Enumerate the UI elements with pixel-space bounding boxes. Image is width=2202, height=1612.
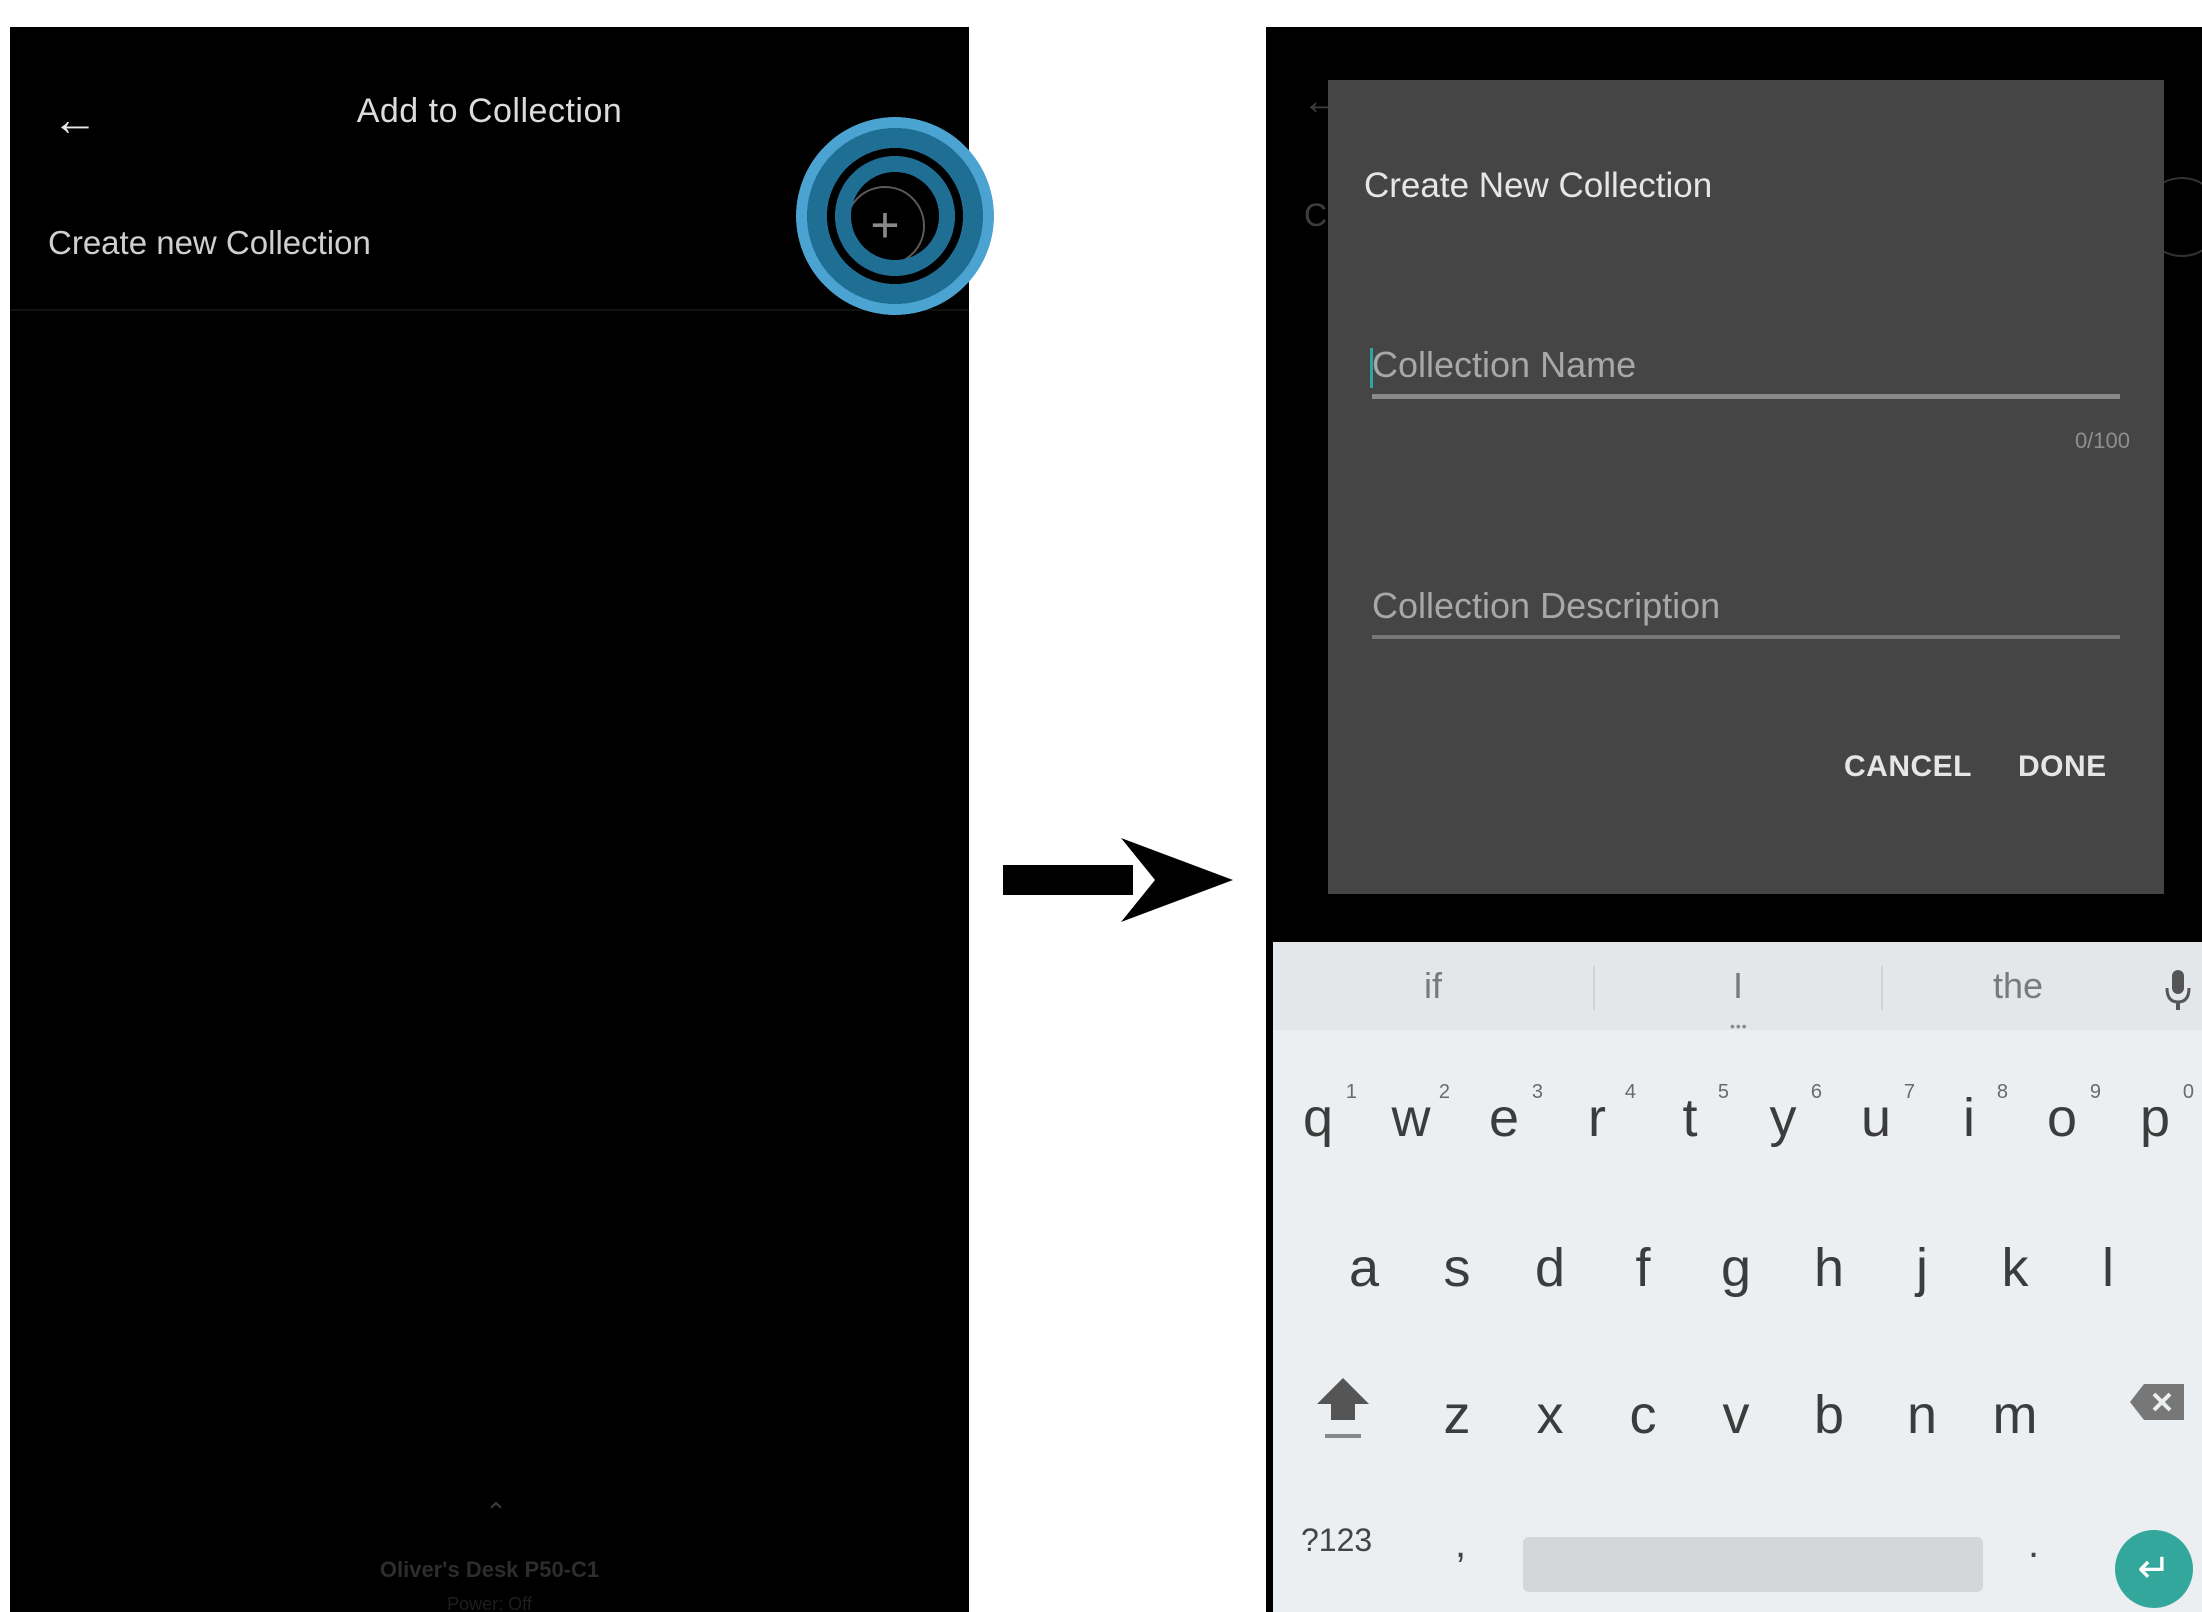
key-hint: 4	[1624, 1081, 1636, 1103]
key-o[interactable]: o9	[2017, 1081, 2107, 1149]
name-underline	[1372, 394, 2120, 399]
key-hint: 3	[1531, 1081, 1543, 1103]
key-a[interactable]: a	[1319, 1237, 1409, 1299]
device-name: Oliver's Desk P50-C1	[379, 1557, 600, 1582]
key-s[interactable]: s	[1412, 1237, 1502, 1299]
suggestion-1[interactable]: if	[1273, 942, 1593, 1030]
key-h[interactable]: h	[1784, 1237, 1874, 1299]
key-n[interactable]: n	[1877, 1384, 1967, 1446]
key-e[interactable]: e3	[1459, 1081, 1549, 1149]
key-label: p	[2139, 1088, 2171, 1148]
key-label: t	[1682, 1088, 1698, 1148]
dialog-title: Create New Collection	[1364, 166, 1713, 205]
done-button[interactable]: DONE	[2018, 750, 2107, 784]
key-hint: 7	[1903, 1081, 1915, 1103]
left-screen: ← Add to Collection Create new Collectio…	[10, 27, 969, 1612]
chevron-up-icon[interactable]: ⌃	[470, 1499, 522, 1525]
key-c[interactable]: c	[1598, 1384, 1688, 1446]
key-g[interactable]: g	[1691, 1237, 1781, 1299]
key-b[interactable]: b	[1784, 1384, 1874, 1446]
key-label: e	[1488, 1088, 1520, 1148]
key-label: w	[1391, 1088, 1431, 1148]
symbols-key[interactable]: ?123	[1301, 1522, 1372, 1559]
more-suggestions-icon[interactable]: •••	[1730, 1018, 1748, 1034]
key-hint: 9	[2089, 1081, 2101, 1103]
space-bar[interactable]	[1523, 1537, 1983, 1592]
right-screen: ← C Create New Collection Collection Nam…	[1266, 27, 2202, 1612]
key-label: r	[1588, 1088, 1606, 1148]
arrow-right-icon	[1003, 838, 1233, 922]
period-key[interactable]: .	[2028, 1522, 2039, 1567]
key-x[interactable]: x	[1505, 1384, 1595, 1446]
key-t[interactable]: t5	[1645, 1081, 1735, 1149]
collection-description-placeholder: Collection Description	[1372, 585, 1721, 626]
key-hint: 1	[1345, 1081, 1357, 1103]
shift-icon[interactable]	[1313, 1372, 1373, 1442]
add-collection-button[interactable]: +	[845, 186, 925, 266]
key-hint: 8	[1996, 1081, 2008, 1103]
key-k[interactable]: k	[1970, 1237, 2060, 1299]
key-hint: 0	[2182, 1081, 2194, 1103]
enter-icon[interactable]: ↵	[2115, 1530, 2193, 1608]
key-f[interactable]: f	[1598, 1237, 1688, 1299]
device-status: Power: Off	[447, 1594, 532, 1612]
key-label: q	[1302, 1088, 1334, 1148]
key-hint: 5	[1717, 1081, 1729, 1103]
key-d[interactable]: d	[1505, 1237, 1595, 1299]
key-y[interactable]: y6	[1738, 1081, 1828, 1149]
key-hint: 6	[1810, 1081, 1822, 1103]
collection-name-field[interactable]: Collection Name	[1370, 344, 2120, 399]
keyboard: if I the ••• q1 w2 e3 r4 t5 y6 u7 i8 o 9…	[1273, 942, 2202, 1612]
key-q[interactable]: q1	[1273, 1081, 1363, 1149]
collection-description-field[interactable]: Collection Description	[1372, 585, 2120, 639]
key-j[interactable]: j	[1877, 1237, 1967, 1299]
key-m[interactable]: m	[1970, 1384, 2060, 1446]
backspace-icon[interactable]	[2128, 1382, 2188, 1422]
page-title: Add to Collection	[356, 92, 623, 130]
description-underline	[1372, 635, 2120, 639]
suggestion-bar: if I the •••	[1273, 942, 2202, 1034]
key-r[interactable]: r4	[1552, 1081, 1642, 1149]
key-label: o	[2046, 1088, 2078, 1148]
key-hint: 2	[1438, 1081, 1450, 1103]
key-w[interactable]: w2	[1366, 1081, 1456, 1149]
stage: ← Add to Collection Create new Collectio…	[0, 0, 2202, 1612]
create-collection-row[interactable]: Create new Collection	[10, 187, 969, 311]
key-p[interactable]: p0	[2110, 1081, 2200, 1149]
key-label: i	[1963, 1088, 1975, 1148]
collection-name-placeholder: Collection Name	[1370, 344, 2120, 394]
key-label: u	[1860, 1088, 1892, 1148]
name-char-counter: 0/100	[2074, 428, 2130, 453]
microphone-icon[interactable]	[2163, 968, 2193, 1012]
key-i[interactable]: i8	[1924, 1081, 2014, 1149]
create-collection-label: Create new Collection	[48, 224, 371, 261]
key-z[interactable]: z	[1412, 1384, 1502, 1446]
key-label: y	[1769, 1088, 1797, 1148]
key-u[interactable]: u7	[1831, 1081, 1921, 1149]
behind-row-initial: C	[1304, 197, 1328, 233]
cancel-button[interactable]: CANCEL	[1844, 750, 1972, 784]
key-v[interactable]: v	[1691, 1384, 1781, 1446]
suggestion-3[interactable]: the	[1883, 942, 2153, 1030]
key-l[interactable]: l	[2063, 1237, 2153, 1299]
suggestion-2[interactable]: I	[1595, 942, 1881, 1030]
comma-key[interactable]: ,	[1455, 1522, 1466, 1567]
